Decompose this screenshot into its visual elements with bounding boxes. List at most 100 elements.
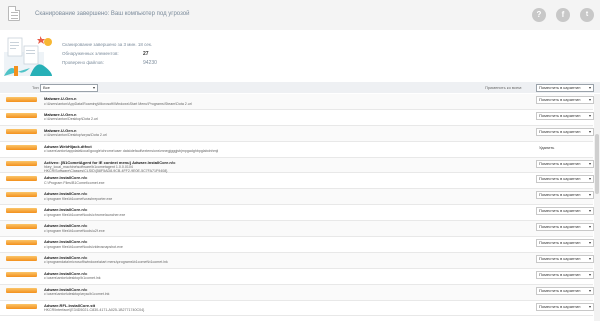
severity-bar bbox=[6, 255, 37, 261]
severity-bar bbox=[6, 97, 37, 102]
threat-name: Malware.U-Gen.n bbox=[44, 111, 77, 117]
severity-bar bbox=[6, 240, 37, 246]
table-row[interactable]: Adware.WebHijack.dtfvct c:\users\anton\ap… bbox=[0, 142, 593, 158]
severity-bar bbox=[6, 287, 37, 293]
threat-path-secondary: HKCR\Software\Classes\CLSID\{58F5AD8-9CB… bbox=[44, 168, 168, 173]
row-action-select[interactable]: Поместить в карантин ▾ bbox=[536, 286, 594, 295]
chevron-down-icon: ▾ bbox=[588, 84, 591, 90]
row-action-value: Поместить в карантин bbox=[539, 160, 581, 166]
apply-all-select[interactable]: Поместить в карантин ▾ bbox=[536, 83, 594, 92]
threat-path: c:\Users\anton\Desktop\Dota 2.url bbox=[44, 117, 98, 122]
threat-path: c:\users\anton\desktop\игры\b1comet.lnk bbox=[44, 292, 110, 297]
question-circle-icon: ? bbox=[536, 10, 542, 19]
row-action-value: Поместить в карантин bbox=[539, 192, 581, 198]
type-filter-label: Тип bbox=[32, 85, 39, 90]
severity-bar bbox=[6, 128, 37, 134]
table-row[interactable]: Malware.U-Gen.n c:\Users\anton\Desktop\иг… bbox=[0, 125, 594, 142]
severity-bar bbox=[6, 224, 37, 230]
severity-bar bbox=[6, 176, 37, 182]
threat-path: c:\users\anton\desktop\b1comet.lnk bbox=[44, 276, 101, 281]
chevron-down-icon: ▾ bbox=[92, 84, 95, 90]
apply-all-label: Применить ко всем: bbox=[485, 85, 523, 90]
title-bar: Сканирование завершено: Ваш компьютер по… bbox=[0, 0, 600, 30]
severity-bar bbox=[6, 271, 37, 277]
table-row[interactable]: Malware.U-Gen.n c:\Users\anton\AppData\Ro… bbox=[0, 94, 594, 110]
chevron-down-icon: ▾ bbox=[588, 192, 591, 198]
chevron-down-icon: ▾ bbox=[588, 303, 591, 309]
row-action-select[interactable]: Поместить в карантин ▾ bbox=[536, 159, 594, 168]
facebook-button[interactable]: f bbox=[556, 8, 570, 22]
threat-name: Adware.InstallCore.n!c bbox=[44, 254, 88, 260]
type-filter-select[interactable]: Все ▾ bbox=[40, 83, 98, 92]
scrollbar[interactable] bbox=[594, 94, 600, 321]
threat-name: Adware.InstallCore.n!c bbox=[44, 223, 88, 229]
threat-name: Activex: {B1CometAgent for IE context me… bbox=[44, 159, 176, 165]
checked-files-value: 94230 bbox=[143, 59, 157, 66]
row-action-select[interactable]: Поместить в карантин ▾ bbox=[536, 111, 594, 120]
row-action-select[interactable]: Поместить в карантин ▾ bbox=[536, 191, 594, 200]
table-row[interactable]: Adware.InstallCore.n!c c:\program files\b… bbox=[0, 221, 594, 238]
row-action-select[interactable]: Поместить в карантин ▾ bbox=[536, 239, 594, 248]
table-row[interactable]: Adware.InstallCore.n!c c:\program files\b… bbox=[0, 205, 594, 222]
row-action-select[interactable]: Поместить в карантин ▾ bbox=[536, 254, 594, 263]
threat-name: Adware.RFL.InstallCore.stt bbox=[44, 302, 96, 308]
threat-path: c:\Users\anton\Desktop\игры\Dota 2.url bbox=[44, 133, 107, 138]
twitter-button[interactable]: t bbox=[580, 8, 594, 22]
threat-name: Malware.U-Gen.n bbox=[44, 127, 77, 133]
threat-path: c:\program files\b1comet\tools\chromelau… bbox=[44, 212, 126, 217]
row-action-value: Поместить в карантин bbox=[539, 271, 581, 277]
row-action-select[interactable]: Поместить в карантин ▾ bbox=[536, 223, 594, 232]
severity-bar bbox=[6, 208, 37, 214]
chevron-down-icon: ▾ bbox=[588, 271, 591, 277]
row-action-value: Удалить bbox=[539, 144, 555, 150]
table-row[interactable]: Malware.U-Gen.n c:\Users\anton\Desktop\Do… bbox=[0, 110, 594, 126]
threat-path: c:\programdata\microsoft\windows\start m… bbox=[44, 260, 168, 265]
scan-summary: Сканирование завершено за 3 мин. 18 сек.… bbox=[0, 30, 600, 82]
threat-name: Adware.InstallCore.n!c bbox=[44, 286, 88, 292]
row-action-select[interactable]: Поместить в карантин ▾ bbox=[536, 302, 594, 311]
table-row[interactable]: Activex: {B1CometAgent for IE context me… bbox=[0, 157, 594, 174]
row-action-select[interactable]: Поместить в карантин ▾ bbox=[536, 127, 594, 136]
scan-time-label: Сканирование завершено за 3 мин. 18 сек. bbox=[62, 42, 153, 47]
table-row[interactable]: Adware.InstallCore.n!c c:\users\anton\des… bbox=[0, 284, 594, 301]
row-action-value: Поместить в карантин bbox=[539, 287, 581, 293]
type-filter-value: Все bbox=[43, 84, 50, 90]
checked-files-label: Проверено файлов: bbox=[62, 60, 104, 65]
apply-all-value: Поместить в карантин bbox=[539, 84, 581, 90]
threat-name: Adware.InstallCore.n!c bbox=[44, 239, 88, 245]
chevron-down-icon: ▾ bbox=[588, 240, 591, 246]
table-row[interactable]: Adware.InstallCore.n!c c:\program files\b… bbox=[0, 237, 594, 253]
twitter-icon: t bbox=[585, 11, 589, 18]
scan-status-title: Сканирование завершено: Ваш компьютер по… bbox=[35, 11, 190, 17]
chevron-down-icon: ▾ bbox=[588, 112, 591, 118]
row-action-select[interactable]: Поместить в карантин ▾ bbox=[536, 96, 594, 104]
table-row[interactable]: Adware.InstallCore.n!c c:\users\anton\des… bbox=[0, 269, 594, 285]
severity-bar bbox=[6, 144, 37, 150]
row-action-select[interactable]: Поместить в карантин ▾ bbox=[536, 175, 594, 184]
table-row[interactable]: Adware.InstallCore.n!c C:\Program Files\B… bbox=[0, 173, 594, 190]
row-action-select[interactable]: Удалить bbox=[536, 144, 594, 152]
threat-name: Adware.InstallCore.n!c bbox=[44, 175, 88, 181]
document-icon bbox=[8, 6, 20, 21]
threat-name: Adware.InstallCore.n!c bbox=[44, 270, 88, 276]
threat-list: Malware.U-Gen.n c:\Users\anton\AppData\Ro… bbox=[0, 94, 594, 317]
threat-name: Adware.InstallCore.n!c bbox=[44, 191, 88, 197]
row-action-value: Поместить в карантин bbox=[539, 112, 581, 118]
row-action-select[interactable]: Поместить в карантин ▾ bbox=[536, 270, 594, 279]
facebook-icon: f bbox=[561, 10, 565, 19]
row-action-select[interactable]: Поместить в карантин ▾ bbox=[536, 207, 594, 216]
row-action-value: Поместить в карантин bbox=[539, 240, 581, 246]
threat-path: c:\users\anton\appdata\local\google\chro… bbox=[44, 149, 219, 154]
threat-path: c:\program files\b1comet\tools\u2f.exe bbox=[44, 228, 105, 233]
threat-path: c:\Users\anton\AppData\Roaming\Microsoft… bbox=[44, 101, 192, 106]
severity-bar bbox=[6, 160, 37, 166]
table-row[interactable]: Adware.InstallCore.n!c c:\programdata\mic… bbox=[0, 252, 594, 269]
filter-bar: Тип Все ▾ Применить ко всем: Поместить в… bbox=[0, 82, 600, 93]
chevron-down-icon: ▾ bbox=[588, 224, 591, 230]
threat-path: c:\program files\b1comet\tools\videosnap… bbox=[44, 244, 123, 249]
table-row[interactable]: Adware.RFL.InstallCore.stt HKCR\Interface… bbox=[0, 301, 594, 317]
table-row[interactable]: Adware.InstallCore.n!c c:\program files\b… bbox=[0, 189, 594, 206]
detected-items-label: Обнаруженных элементов: bbox=[62, 51, 119, 56]
help-button[interactable]: ? bbox=[532, 8, 546, 22]
scrollbar-thumb[interactable] bbox=[595, 134, 599, 194]
